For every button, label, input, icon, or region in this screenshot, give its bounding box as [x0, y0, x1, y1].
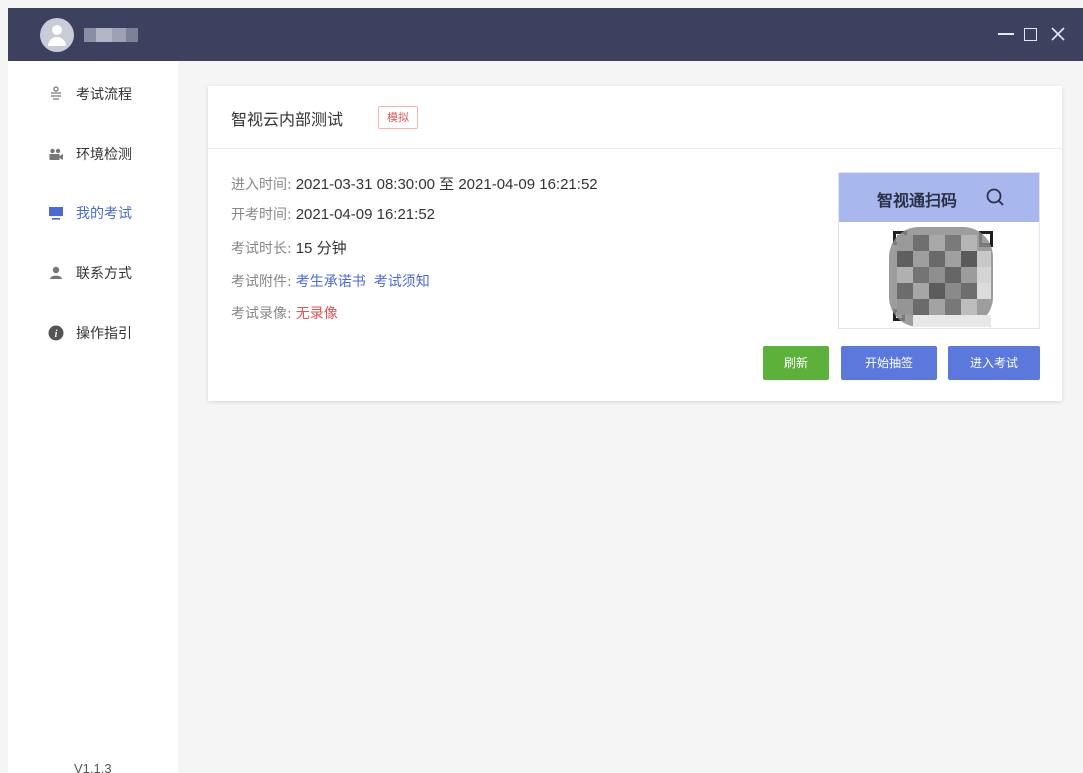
avatar-body: [48, 37, 66, 46]
refresh-button[interactable]: 刷新: [763, 346, 829, 380]
start-time-row: 开考时间: 2021-04-09 16:21:52: [231, 204, 435, 226]
qr-code-image: [883, 227, 1003, 327]
attachments-row: 考试附件: 考生承诺书 考试须知: [231, 271, 430, 293]
qr-header: 智视通扫码: [839, 173, 1039, 222]
minimize-icon[interactable]: [994, 22, 1018, 46]
start-draw-button[interactable]: 开始抽签: [841, 346, 937, 380]
sidebar-item-label: 联系方式: [76, 266, 132, 282]
svg-text:i: i: [55, 329, 58, 340]
sidebar-item-exam-flow[interactable]: 考试流程: [48, 82, 132, 106]
sidebar-item-contact[interactable]: 联系方式: [48, 261, 132, 285]
attachments-label: 考试附件:: [231, 274, 292, 290]
camera-icon: [48, 146, 64, 162]
entry-time-value: 2021-03-31 08:30:00 至 2021-04-09 16:21:5…: [295, 176, 598, 193]
mock-badge: 模拟: [378, 106, 418, 129]
attachment-link-notice[interactable]: 考试须知: [374, 274, 430, 290]
sidebar-item-label: 考试流程: [76, 87, 132, 103]
monitor-icon: [48, 205, 64, 221]
sidebar-item-my-exam[interactable]: 我的考试: [48, 201, 132, 225]
sidebar-item-label: 环境检测: [76, 147, 132, 163]
enter-exam-button[interactable]: 进入考试: [948, 346, 1040, 380]
entry-time-row: 进入时间: 2021-03-31 08:30:00 至 2021-04-09 16…: [231, 174, 598, 196]
flow-icon: [48, 86, 64, 102]
recording-label: 考试录像:: [231, 306, 292, 322]
duration-value: 15 分钟: [295, 240, 347, 257]
avatar-head: [52, 25, 62, 35]
exam-card-header: 智视云内部测试 模拟: [208, 86, 1062, 149]
qr-title: 智视通扫码: [877, 191, 958, 210]
start-time-label: 开考时间:: [231, 207, 292, 223]
user-icon: [48, 265, 64, 281]
attachment-link-pledge[interactable]: 考生承诺书: [296, 274, 366, 290]
version-label: V1.1.3: [74, 761, 112, 773]
info-icon: i: [48, 325, 64, 341]
qr-panel: 智视通扫码: [838, 172, 1040, 329]
sidebar-item-env-check[interactable]: 环境检测: [48, 142, 132, 166]
recording-row: 考试录像: 无录像: [231, 303, 338, 325]
username-blurred: [84, 28, 142, 42]
close-icon[interactable]: [1046, 22, 1070, 46]
avatar[interactable]: [40, 18, 74, 52]
recording-value: 无录像: [295, 306, 338, 322]
sidebar-item-label: 我的考试: [76, 206, 132, 222]
sidebar-item-label: 操作指引: [76, 326, 132, 342]
search-icon[interactable]: [985, 187, 1004, 206]
start-time-value: 2021-04-09 16:21:52: [295, 206, 436, 223]
duration-label: 考试时长:: [231, 241, 292, 257]
duration-row: 考试时长: 15 分钟: [231, 238, 347, 260]
sidebar-item-guide[interactable]: i 操作指引: [48, 321, 132, 345]
exam-card: 智视云内部测试 模拟 进入时间: 2021-03-31 08:30:00 至 20…: [208, 86, 1062, 401]
title-bar: [8, 8, 1083, 61]
maximize-icon[interactable]: [1018, 22, 1042, 46]
exam-title: 智视云内部测试: [231, 110, 344, 129]
sidebar: 考试流程 环境检测 我的考试 联系方式 i 操作指引 V1.1.3: [8, 61, 178, 773]
entry-time-label: 进入时间:: [231, 177, 292, 193]
